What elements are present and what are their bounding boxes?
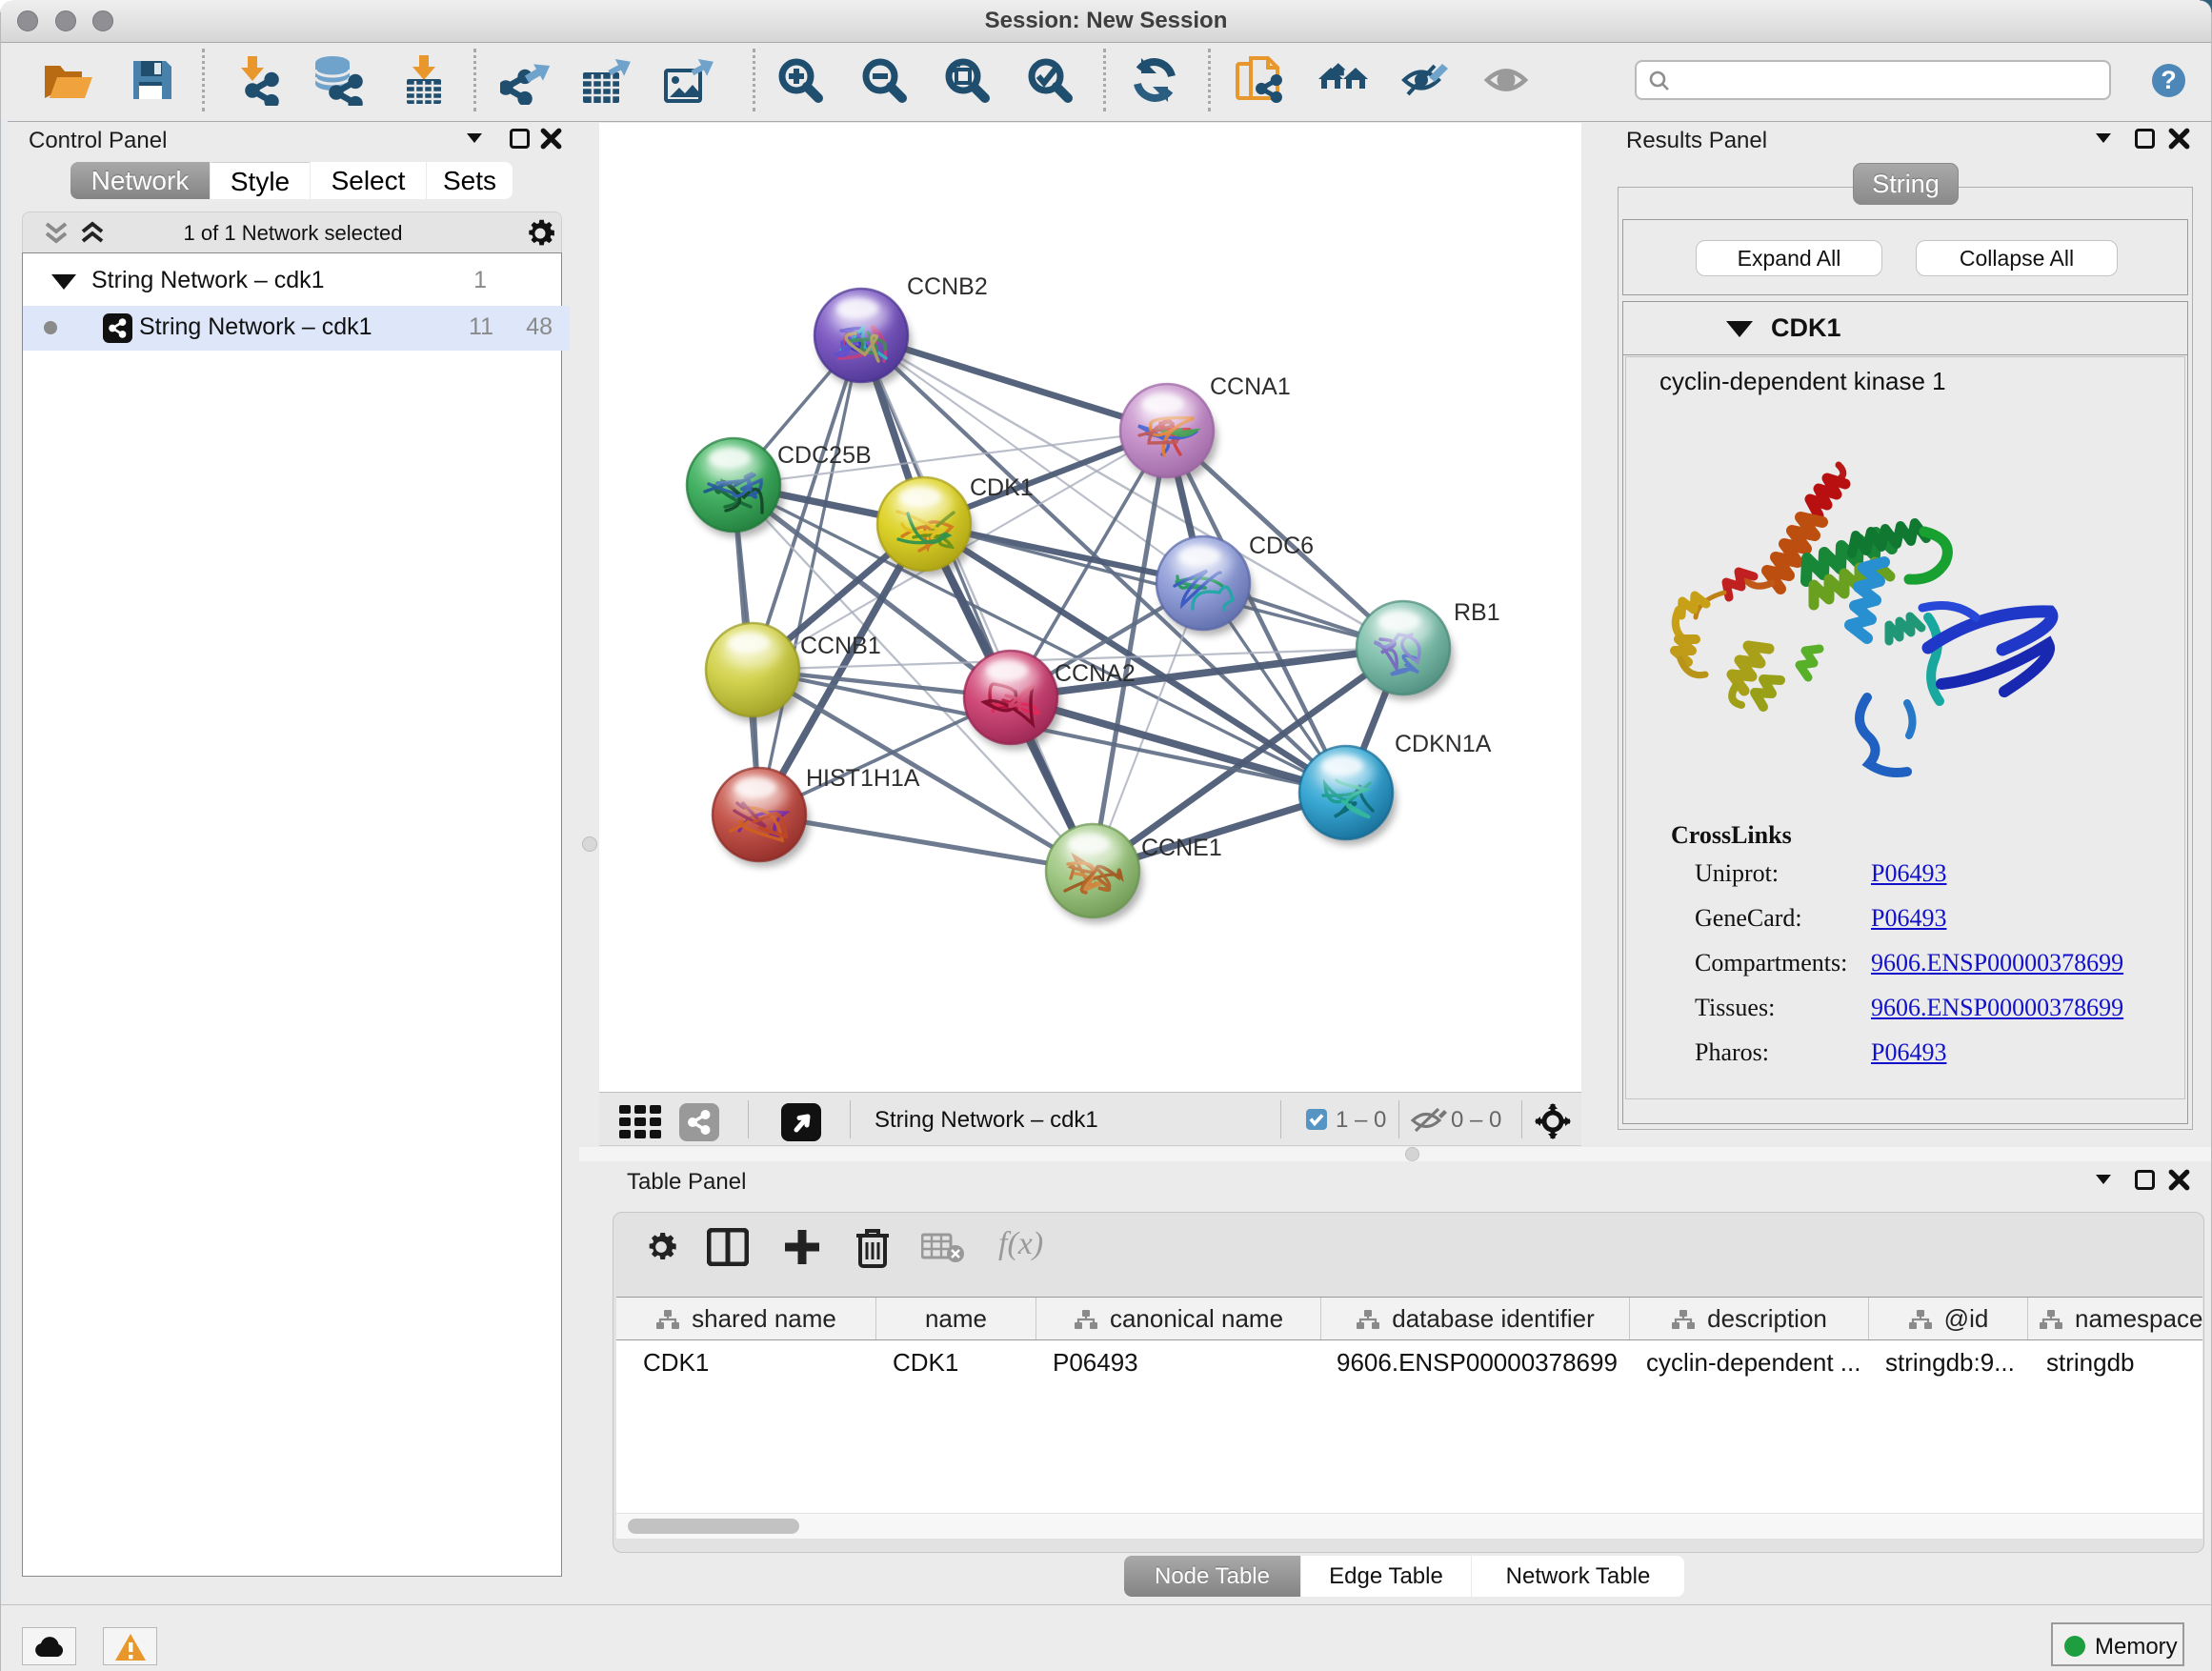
svg-text:RB1: RB1 bbox=[1454, 599, 1500, 626]
svg-text:CCNB1: CCNB1 bbox=[800, 633, 881, 659]
svg-text:CCNA2: CCNA2 bbox=[1055, 660, 1136, 687]
svg-text:CCNA1: CCNA1 bbox=[1210, 373, 1291, 400]
svg-text:CDK1: CDK1 bbox=[970, 474, 1034, 501]
svg-text:CDC25B: CDC25B bbox=[777, 442, 872, 469]
svg-text:HIST1H1A: HIST1H1A bbox=[806, 765, 920, 792]
svg-text:CCNE1: CCNE1 bbox=[1141, 835, 1222, 861]
svg-text:CDC6: CDC6 bbox=[1249, 533, 1314, 559]
svg-text:CDKN1A: CDKN1A bbox=[1395, 731, 1492, 757]
svg-text:CCNB2: CCNB2 bbox=[907, 273, 988, 300]
